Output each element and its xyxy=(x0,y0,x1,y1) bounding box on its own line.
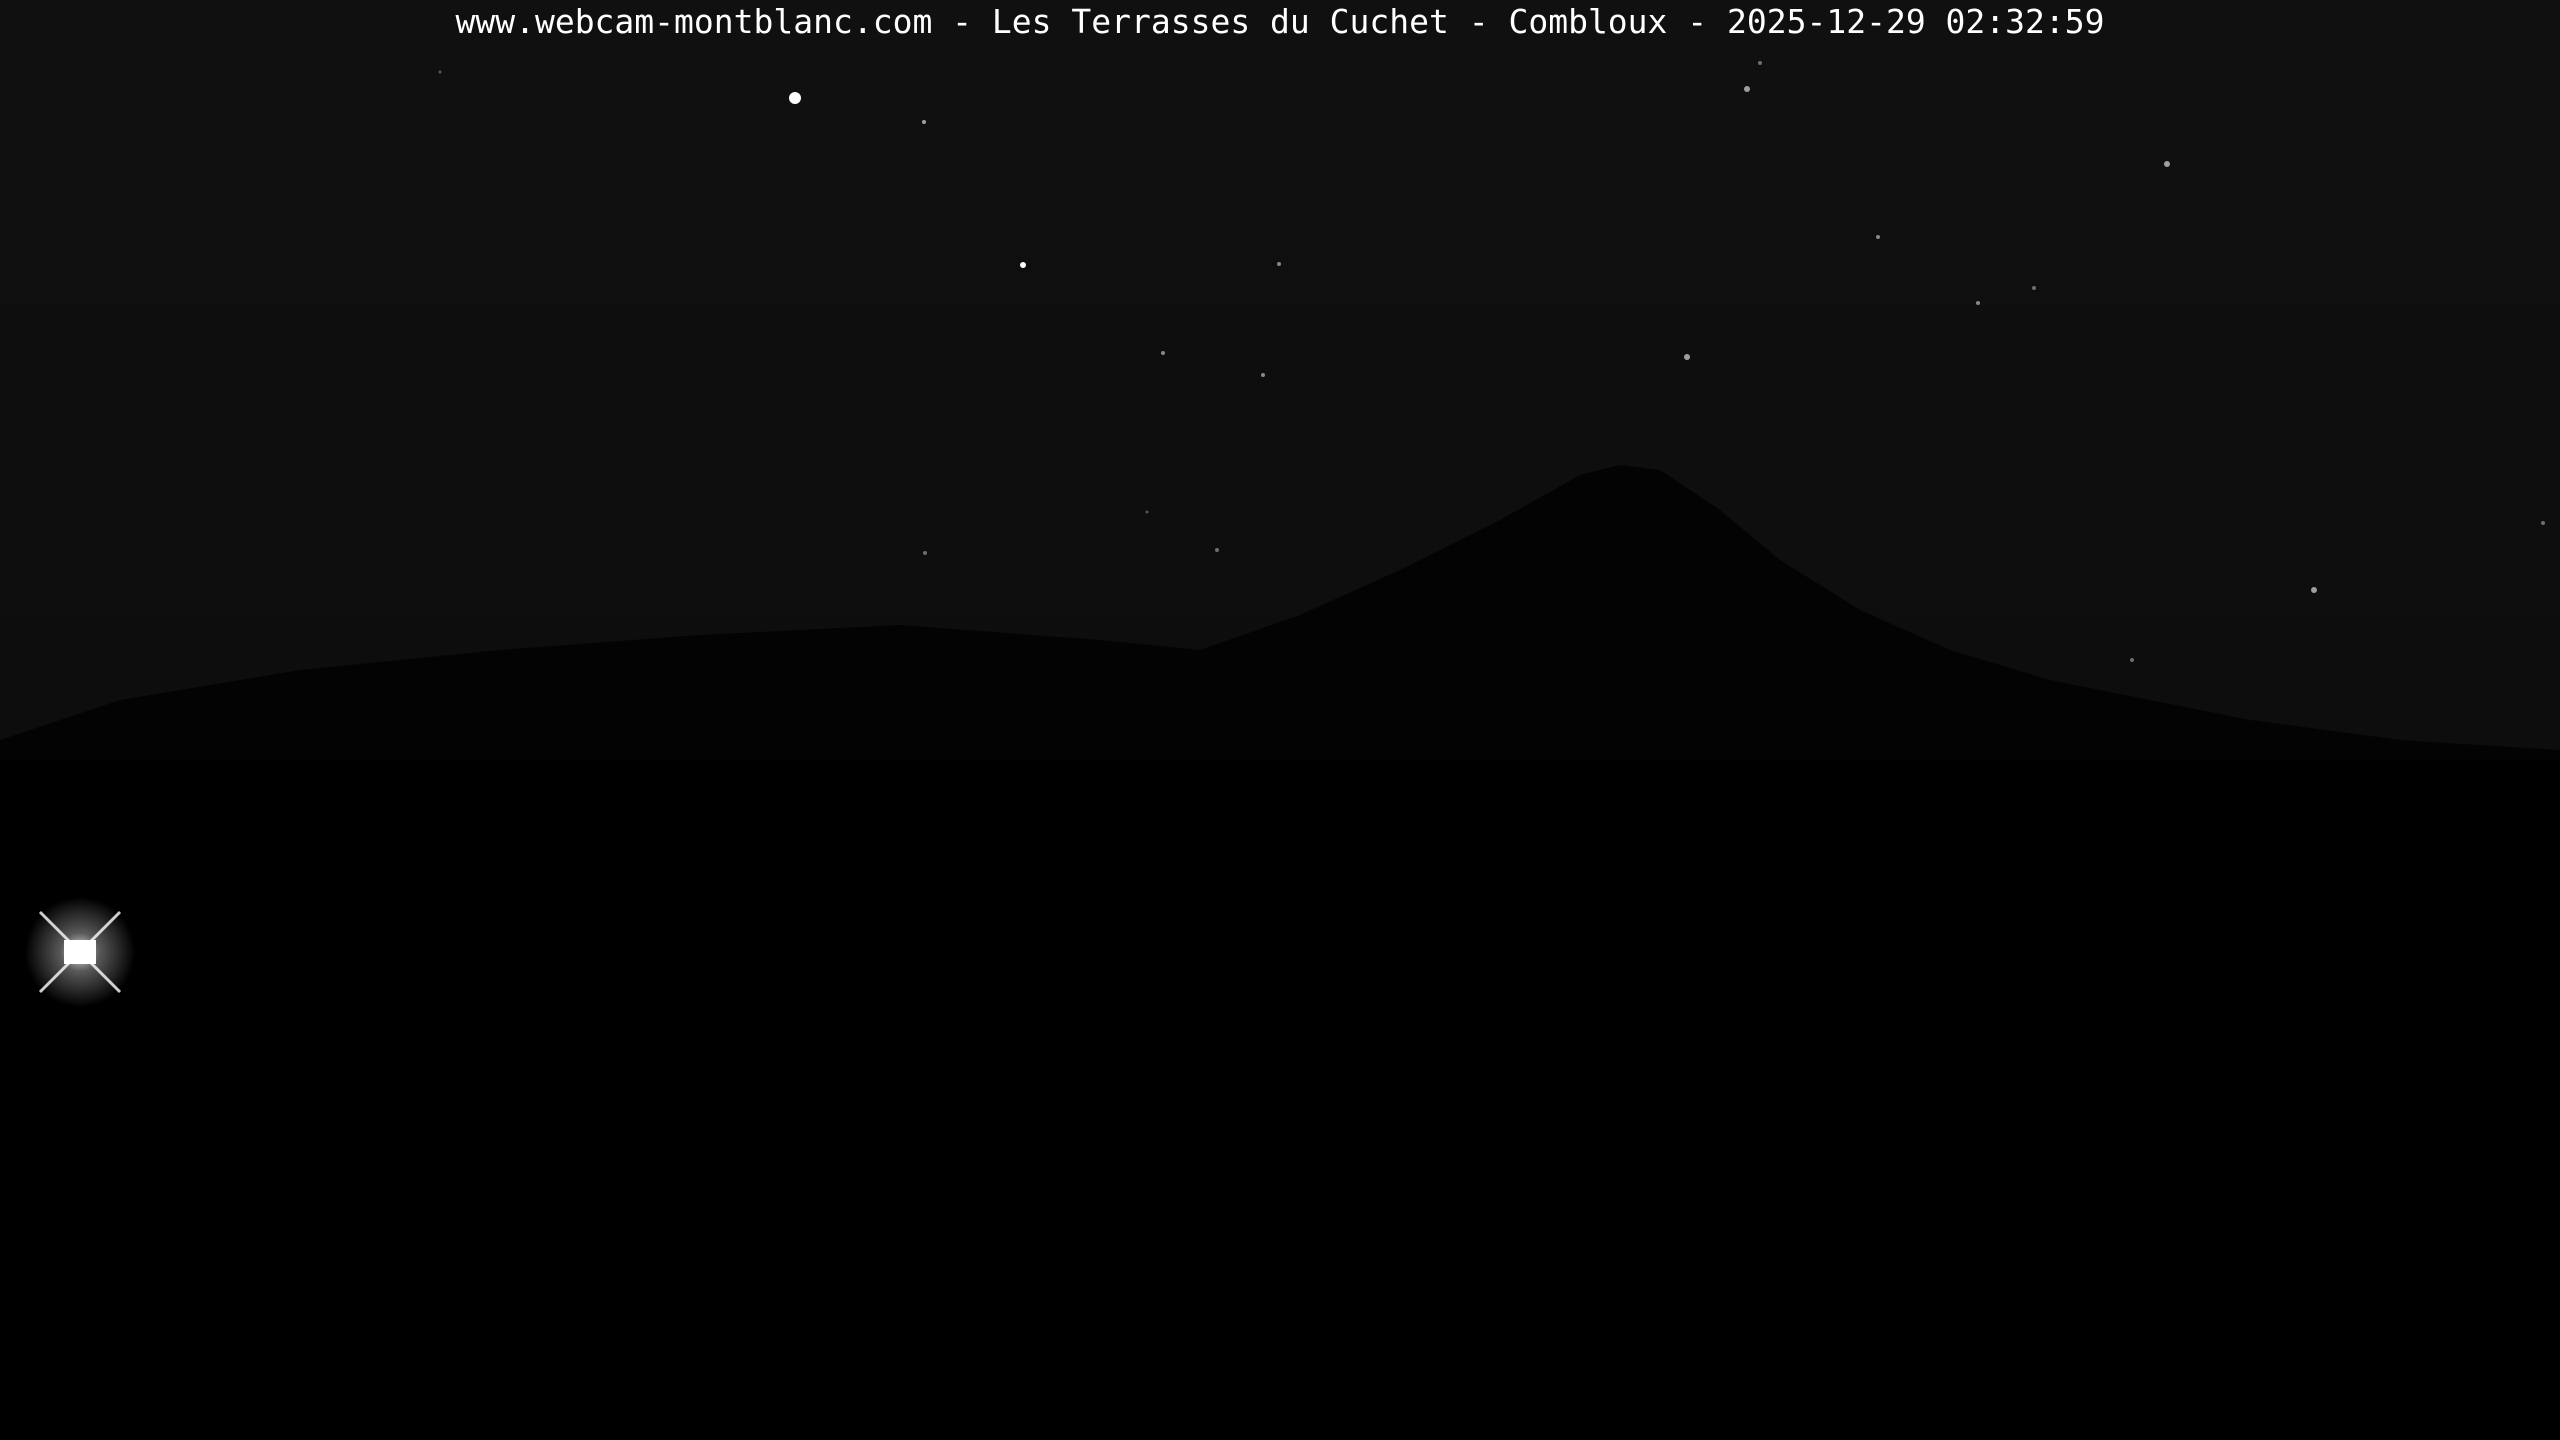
star xyxy=(1020,262,1026,268)
star xyxy=(1261,373,1265,377)
star xyxy=(2130,658,2134,662)
star xyxy=(1684,354,1690,360)
star xyxy=(1744,86,1750,92)
star xyxy=(1876,235,1880,239)
bright-light xyxy=(25,897,135,1007)
star xyxy=(1215,548,1219,552)
webcam-frame: www.webcam-montblanc.com - Les Terrasses… xyxy=(0,0,2560,1440)
star xyxy=(1277,262,1281,266)
light-core xyxy=(64,940,96,964)
star xyxy=(923,551,927,555)
webcam-caption: www.webcam-montblanc.com - Les Terrasses… xyxy=(455,2,2105,41)
star xyxy=(2541,521,2545,525)
star xyxy=(1976,301,1980,305)
star xyxy=(789,92,801,104)
star xyxy=(1758,61,1762,65)
star xyxy=(922,120,926,124)
star xyxy=(1161,351,1165,355)
star xyxy=(438,70,442,74)
star xyxy=(2164,161,2170,167)
foreground xyxy=(0,760,2560,1440)
star xyxy=(2311,587,2317,593)
star xyxy=(2032,286,2036,290)
night-scene xyxy=(0,0,2560,1440)
star xyxy=(1145,510,1149,514)
